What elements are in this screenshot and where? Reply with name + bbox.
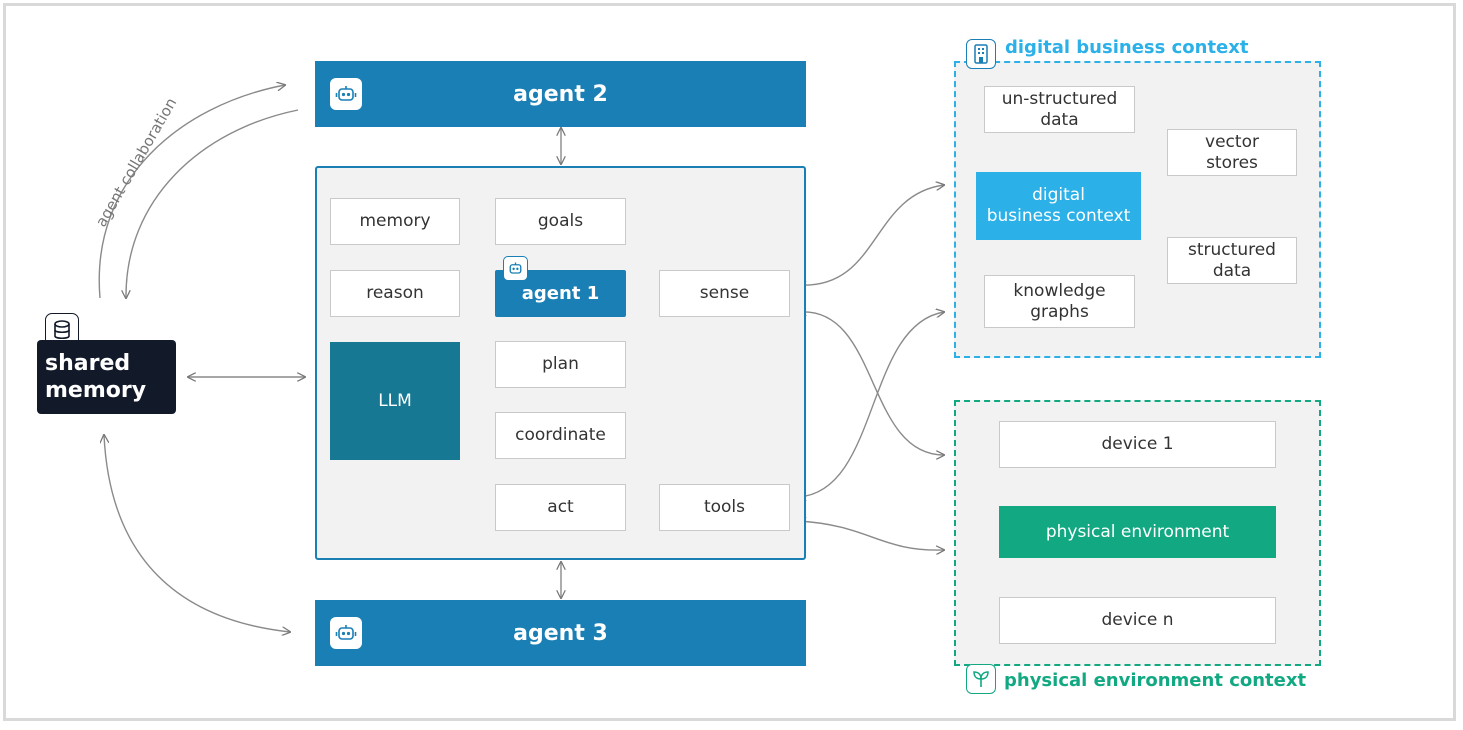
vector-stores-box[interactable]: vector stores — [1167, 129, 1297, 176]
unstructured-line1: un-structured — [1001, 88, 1118, 109]
digital-business-context-box[interactable]: digital business context — [976, 172, 1141, 240]
device-1-box[interactable]: device 1 — [999, 421, 1276, 468]
llm-label: LLM — [378, 391, 412, 411]
tools-box[interactable]: tools — [659, 484, 790, 531]
device-1-label: device 1 — [1101, 434, 1174, 454]
structured-line1: structured — [1188, 239, 1276, 260]
building-icon — [966, 39, 996, 69]
sense-box[interactable]: sense — [659, 270, 790, 317]
shared-memory-box[interactable]: shared memory — [37, 340, 176, 414]
sense-label: sense — [699, 283, 750, 303]
digital-center-line1: digital — [1032, 185, 1085, 205]
agent-2-bar[interactable]: agent 2 — [315, 61, 806, 127]
agent-3-label: agent 3 — [513, 620, 608, 646]
tools-label: tools — [703, 497, 746, 517]
memory-box[interactable]: memory — [330, 198, 460, 245]
goals-label: goals — [537, 211, 584, 231]
structured-line2: data — [1212, 260, 1252, 281]
llm-box[interactable]: LLM — [330, 342, 460, 460]
reason-label: reason — [366, 283, 424, 303]
goals-box[interactable]: goals — [495, 198, 626, 245]
physical-center-label: physical environment — [1045, 522, 1230, 542]
digital-center-line2: business context — [986, 206, 1131, 226]
knowledge-line1: knowledge — [1013, 280, 1106, 301]
robot-icon — [330, 617, 362, 649]
structured-data-box[interactable]: structured data — [1167, 237, 1297, 284]
act-box[interactable]: act — [495, 484, 626, 531]
knowledge-line2: graphs — [1030, 301, 1089, 322]
plan-label: plan — [542, 354, 579, 374]
reason-box[interactable]: reason — [330, 270, 460, 317]
shared-memory-line1: shared — [45, 351, 131, 376]
unstructured-line2: data — [1040, 109, 1079, 130]
agent-3-bar[interactable]: agent 3 — [315, 600, 806, 666]
coordinate-label: coordinate — [515, 425, 606, 445]
device-n-box[interactable]: device n — [999, 597, 1276, 644]
agent-2-label: agent 2 — [513, 81, 608, 107]
vector-line1: vector — [1205, 131, 1259, 152]
act-label: act — [547, 497, 574, 517]
coordinate-box[interactable]: coordinate — [495, 412, 626, 459]
knowledge-graphs-box[interactable]: knowledge graphs — [984, 275, 1135, 328]
digital-context-title: digital business context — [1005, 37, 1249, 58]
device-n-label: device n — [1101, 610, 1174, 630]
shared-memory-line2: memory — [45, 378, 147, 403]
unstructured-data-box[interactable]: un-structured data — [984, 86, 1135, 133]
memory-label: memory — [359, 211, 431, 231]
robot-icon — [503, 256, 528, 281]
agent-1-label: agent 1 — [521, 283, 600, 304]
plan-box[interactable]: plan — [495, 341, 626, 388]
physical-context-title: physical environment context — [1004, 670, 1307, 691]
vector-line2: stores — [1206, 152, 1258, 173]
leaf-icon — [966, 664, 996, 694]
robot-icon — [330, 78, 362, 110]
physical-environment-box[interactable]: physical environment — [999, 506, 1276, 558]
